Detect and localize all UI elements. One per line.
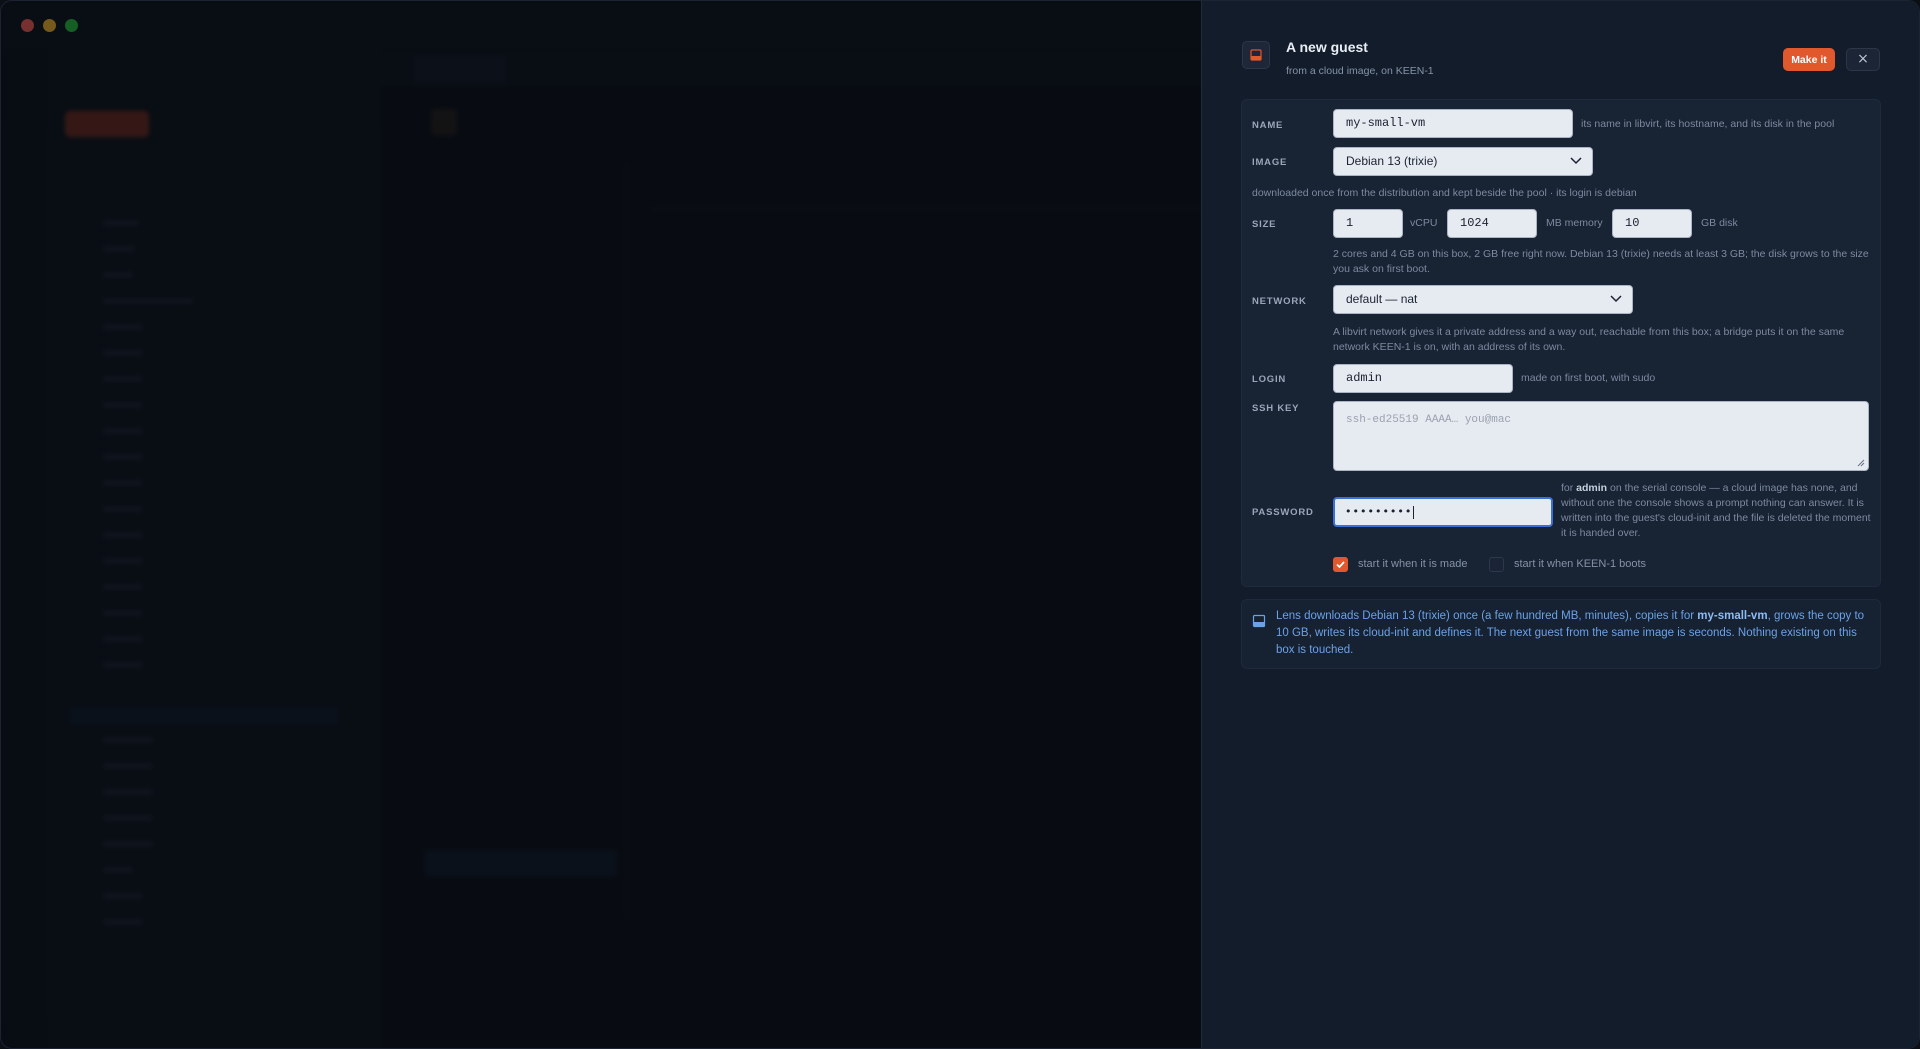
- info-text-part1: Lens downloads Debian 13 (trixie) once (…: [1276, 610, 1698, 622]
- vm-image-icon: [1242, 41, 1270, 69]
- password-hint-prefix: for: [1561, 482, 1577, 494]
- checkmark-icon: [1336, 561, 1345, 569]
- chevron-down-icon: [1610, 295, 1622, 303]
- info-panel: Lens downloads Debian 13 (trixie) once (…: [1241, 599, 1881, 669]
- password-label: PASSWORD: [1252, 507, 1314, 518]
- login-hint: made on first boot, with sudo: [1521, 372, 1656, 384]
- password-hint-user: admin: [1576, 482, 1608, 494]
- ssh-key-label: SSH KEY: [1252, 403, 1300, 414]
- password-hint-rest: on the serial console — a cloud image ha…: [1561, 482, 1871, 539]
- memory-input[interactable]: 1024: [1447, 209, 1537, 238]
- login-input[interactable]: admin: [1333, 364, 1513, 393]
- password-hint: for admin on the serial console — a clou…: [1561, 481, 1871, 541]
- password-input[interactable]: •••••••••: [1333, 497, 1553, 527]
- chevron-down-icon: [1570, 157, 1582, 165]
- size-hint: 2 cores and 4 GB on this box, 2 GB free …: [1333, 248, 1869, 275]
- network-select[interactable]: default — nat: [1333, 285, 1633, 314]
- memory-unit: MB memory: [1546, 217, 1603, 229]
- vcpu-input[interactable]: 1: [1333, 209, 1403, 238]
- size-label: SIZE: [1252, 219, 1277, 230]
- network-hint: A libvirt network gives it a private add…: [1333, 326, 1845, 353]
- image-select[interactable]: Debian 13 (trixie): [1333, 147, 1593, 176]
- ssh-key-placeholder: ssh-ed25519 AAAA… you@mac: [1346, 414, 1512, 426]
- network-label: NETWORK: [1252, 296, 1307, 307]
- image-label: IMAGE: [1252, 157, 1288, 168]
- app-window: A new guest from a cloud image, on KEEN-…: [0, 0, 1920, 1049]
- password-masked-value: •••••••••: [1345, 505, 1413, 518]
- text-caret: [1413, 505, 1415, 519]
- close-icon[interactable]: ×: [1846, 48, 1880, 71]
- start-when-boots-label[interactable]: start it when KEEN-1 boots: [1514, 558, 1646, 570]
- info-text: Lens downloads Debian 13 (trixie) once (…: [1276, 608, 1872, 659]
- start-when-boots-checkbox[interactable]: [1489, 557, 1504, 572]
- image-icon: [1252, 614, 1266, 628]
- name-label: NAME: [1252, 120, 1284, 131]
- start-when-made-checkbox[interactable]: [1333, 557, 1348, 572]
- resize-grip-icon[interactable]: [1857, 459, 1865, 467]
- image-select-value: Debian 13 (trixie): [1346, 154, 1438, 168]
- login-label: LOGIN: [1252, 374, 1287, 385]
- disk-input[interactable]: 10: [1612, 209, 1692, 238]
- network-select-value: default — nat: [1346, 292, 1418, 306]
- start-when-made-label[interactable]: start it when it is made: [1358, 558, 1467, 570]
- drawer-subtitle: from a cloud image, on KEEN-1: [1286, 65, 1434, 77]
- make-it-button[interactable]: Make it: [1783, 48, 1835, 71]
- info-vm-name: my-small-vm: [1697, 610, 1768, 622]
- vcpu-unit: vCPU: [1410, 217, 1438, 229]
- name-input[interactable]: my-small-vm: [1333, 109, 1573, 138]
- name-hint: its name in libvirt, its hostname, and i…: [1581, 118, 1835, 130]
- disk-unit: GB disk: [1701, 217, 1738, 229]
- drawer-title: A new guest: [1286, 39, 1368, 55]
- ssh-key-textarea[interactable]: ssh-ed25519 AAAA… you@mac: [1333, 401, 1869, 471]
- image-hint: downloaded once from the distribution an…: [1252, 187, 1637, 199]
